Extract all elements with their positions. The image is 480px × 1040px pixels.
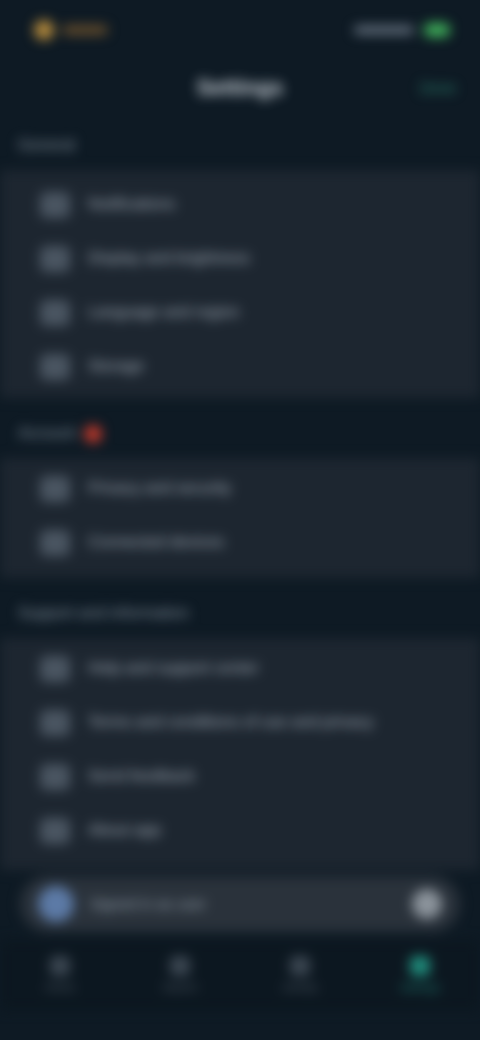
app-logo bbox=[34, 20, 108, 40]
document-icon bbox=[40, 710, 70, 736]
settings-row[interactable]: Notifications bbox=[0, 178, 480, 232]
feedback-icon bbox=[40, 764, 70, 790]
settings-row-label: Connected devices bbox=[88, 534, 225, 551]
settings-row[interactable]: Storage bbox=[0, 340, 480, 394]
settings-row[interactable]: Terms and conditions of use and privacy bbox=[0, 696, 480, 750]
settings-row-label: Notifications bbox=[88, 196, 176, 213]
status-bar bbox=[0, 0, 480, 60]
done-button[interactable]: Done bbox=[420, 80, 456, 97]
gear-icon bbox=[410, 956, 430, 976]
page-title: Settings bbox=[196, 75, 284, 100]
activity-icon bbox=[290, 956, 310, 976]
settings-row[interactable]: Help and support center bbox=[0, 642, 480, 696]
settings-group-support: Help and support center Terms and condit… bbox=[0, 638, 480, 870]
info-icon bbox=[40, 818, 70, 844]
globe-icon bbox=[40, 300, 70, 326]
settings-row[interactable]: Connected devices bbox=[0, 516, 480, 570]
settings-row[interactable]: About app bbox=[0, 804, 480, 858]
display-icon bbox=[40, 246, 70, 272]
tab-home[interactable]: Home bbox=[20, 956, 100, 994]
tab-label: Home bbox=[45, 982, 75, 994]
section-label-account: Account bbox=[0, 410, 480, 458]
tab-activity[interactable]: Activity bbox=[260, 956, 340, 994]
avatar bbox=[38, 886, 74, 922]
account-card[interactable]: Signed in as user bbox=[20, 876, 460, 932]
tab-label: Activity bbox=[282, 982, 318, 994]
section-label-text: Account bbox=[18, 425, 76, 442]
settings-row-label: Terms and conditions of use and privacy bbox=[88, 714, 374, 731]
settings-row-label: Send feedback bbox=[88, 768, 195, 785]
tab-label: Settings bbox=[400, 982, 440, 994]
settings-row[interactable]: Send feedback bbox=[0, 750, 480, 804]
settings-row-label: Storage bbox=[88, 358, 145, 375]
logo-icon bbox=[34, 20, 54, 40]
settings-group-account: Privacy and security Connected devices bbox=[0, 458, 480, 578]
notification-badge bbox=[83, 425, 102, 443]
tab-label: Search bbox=[162, 982, 198, 994]
settings-row[interactable]: Privacy and security bbox=[0, 462, 480, 516]
more-button[interactable] bbox=[412, 889, 442, 919]
settings-group-general: Notifications Display and brightness Lan… bbox=[0, 170, 480, 398]
storage-icon bbox=[40, 354, 70, 380]
bell-icon bbox=[40, 192, 70, 218]
signal-icon bbox=[354, 26, 414, 34]
lock-icon bbox=[40, 476, 70, 502]
settings-row-label: Help and support center bbox=[88, 660, 259, 677]
account-card-text: Signed in as user bbox=[90, 895, 206, 913]
search-icon bbox=[170, 956, 190, 976]
settings-row-label: Privacy and security bbox=[88, 480, 232, 497]
section-label-general: General bbox=[18, 137, 75, 154]
help-icon bbox=[40, 656, 70, 682]
tab-bar: Home Search Activity Settings bbox=[0, 940, 480, 1010]
logo-wordmark bbox=[62, 25, 108, 35]
battery-icon bbox=[424, 23, 450, 37]
settings-row[interactable]: Language and region bbox=[0, 286, 480, 340]
home-icon bbox=[50, 956, 70, 976]
settings-row-label: About app bbox=[88, 822, 161, 839]
status-indicators bbox=[354, 23, 450, 37]
header: Settings Done bbox=[0, 60, 480, 116]
section-label-support: Support and information bbox=[18, 605, 189, 622]
devices-icon bbox=[40, 530, 70, 556]
settings-row[interactable]: Display and brightness bbox=[0, 232, 480, 286]
settings-row-label: Display and brightness bbox=[88, 250, 250, 267]
tab-settings[interactable]: Settings bbox=[380, 956, 460, 994]
tab-search[interactable]: Search bbox=[140, 956, 220, 994]
settings-row-label: Language and region bbox=[88, 304, 240, 321]
